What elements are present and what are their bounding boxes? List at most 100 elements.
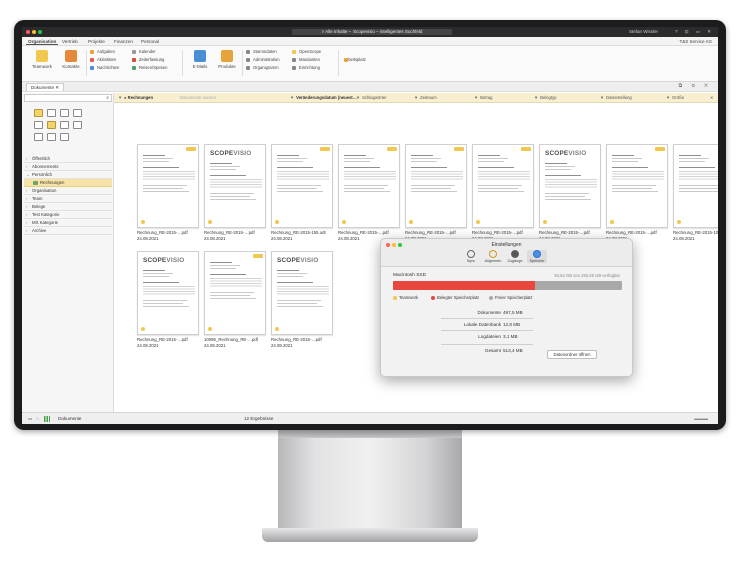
grid-icon[interactable] — [60, 109, 69, 117]
document-thumbnail[interactable]: SCOPEVISIO — [271, 251, 333, 335]
company-selector[interactable]: T&S Service AG — [679, 38, 712, 45]
document-thumbnail[interactable]: SCOPEVISIO — [204, 144, 266, 228]
ribbon-separator — [86, 50, 87, 76]
filter-icon: ▼ — [290, 95, 295, 100]
sidebar: ⌕ ÖffentlichAbonnementsPersönlichRechnun… — [22, 93, 114, 412]
sidebar-item-abonnements[interactable]: Abonnements — [24, 163, 112, 171]
document-thumbnail[interactable] — [204, 251, 266, 335]
zoom-slider[interactable]: ▬▬▬ — [694, 416, 708, 421]
teamwork-button[interactable]: Teamwork — [28, 50, 56, 69]
ribbon-separator — [182, 50, 183, 76]
tab-projekte[interactable]: Projekte — [86, 38, 107, 45]
disk-name: Macintosh SSD — [393, 273, 427, 278]
filter-query[interactable]: ▼ ⌕ Rechnungen — [118, 94, 153, 102]
table-icon[interactable] — [73, 121, 82, 129]
produkte-button[interactable]: Produkte — [214, 50, 240, 69]
close-window-icon[interactable] — [26, 30, 30, 34]
calendar-icon[interactable] — [60, 121, 69, 129]
sidebar-item--ffentlich[interactable]: Öffentlich — [24, 155, 112, 163]
folder-icon[interactable] — [34, 109, 43, 117]
zeiterfassung-button[interactable]: Zeiterfassung — [132, 57, 164, 63]
sidebar-item-belege[interactable]: Belege — [24, 203, 112, 211]
reisen-spesen-button[interactable]: Reisen/Spesen — [132, 65, 167, 71]
aktivitaeten-button[interactable]: Aktivitäten — [90, 57, 116, 63]
mail-icon[interactable] — [34, 121, 43, 129]
document-thumbnail[interactable] — [137, 144, 199, 228]
minimize-window-icon[interactable] — [32, 30, 36, 34]
user-name[interactable]: Stefan Wissler — [629, 29, 658, 34]
filter-sort[interactable]: ▼ Veränderungsdatum (neuest… — [290, 94, 357, 102]
document-search-input[interactable]: Dokumente suchen — [180, 94, 216, 102]
document-caption[interactable]: 10095_Rechnung_RE-…pdf 24.08.2021 — [204, 337, 270, 348]
document-caption[interactable]: Rechnung_RE-2015-155.odt 24.08.2021 — [271, 230, 337, 241]
openscope-button[interactable]: OpenScope — [292, 49, 321, 55]
filter-betrag[interactable]: ▼ Betrag — [474, 94, 493, 102]
aufgaben-button[interactable]: Aufgaben — [90, 49, 115, 55]
sidebar-search-input[interactable]: ⌕ — [24, 94, 112, 102]
status-section: Dokumente — [58, 416, 82, 421]
global-search-field[interactable]: ⌕ Alle Inhalte ▿ Scopevisio – intelligen… — [292, 29, 452, 35]
star-icon[interactable] — [47, 121, 56, 129]
arbeitsplatz-button[interactable]: Arbeitsplatz — [344, 57, 366, 63]
document-thumbnail[interactable] — [271, 144, 333, 228]
window-controls[interactable]: ? ⊡ ▭ ✕ — [675, 29, 714, 35]
archive-icon[interactable] — [60, 133, 69, 141]
tab-organisation[interactable]: Organisation — [26, 38, 59, 45]
document-thumbnail[interactable]: SCOPEVISIO — [539, 144, 601, 228]
mandanten-button[interactable]: Mandanten — [292, 57, 320, 63]
document-caption[interactable]: Rechnung_RE-2015-…pdf24.08.2021 — [271, 337, 337, 348]
open-data-folder-button[interactable]: Datenordner öffnen — [547, 350, 597, 359]
tab-vertrieb[interactable]: Vertrieb — [60, 38, 80, 45]
einrichtung-button[interactable]: Einrichtung — [292, 65, 320, 71]
sidebar-item-team[interactable]: Team — [24, 195, 112, 203]
document-thumbnail[interactable]: SCOPEVISIO — [137, 251, 199, 335]
stammdaten-button[interactable]: Stammdaten — [246, 49, 277, 55]
document-caption[interactable]: Rechnung_RE-2015-…pdf24.08.2021 — [137, 230, 203, 241]
sidebar-item-organisation[interactable]: Organisation — [24, 187, 112, 195]
tab-sync[interactable]: Sync — [461, 250, 481, 263]
search-icon: ⌕ — [106, 95, 109, 101]
close-icon[interactable]: ✕ — [55, 85, 59, 90]
tab-finanzen[interactable]: Finanzen — [112, 38, 135, 45]
filter-schlagwoerter[interactable]: ▼ Schlagwörter — [356, 94, 387, 102]
clear-filters-icon[interactable]: ✕ — [710, 94, 714, 102]
tab-allgemein[interactable]: Allgemein — [483, 250, 503, 263]
organigramm-button[interactable]: Organigramm — [246, 65, 279, 71]
emails-button[interactable]: E-Mails — [188, 50, 212, 69]
sidebar-item-rechnungen[interactable]: Rechnungen — [24, 179, 112, 187]
zoom-window-icon[interactable] — [38, 30, 42, 34]
filter-icon: ▼ — [600, 95, 605, 100]
administration-button[interactable]: Administration — [246, 57, 280, 63]
tab-speicher[interactable]: Speicher — [527, 250, 547, 263]
monitor-icon[interactable]: ▭ — [28, 416, 32, 422]
nachrichten-button[interactable]: Nachrichten — [90, 65, 119, 71]
document-name: Rechnung_RE-2015-…pdf — [271, 337, 322, 342]
sync-icon[interactable]: ◌ — [36, 416, 39, 421]
filter-datenstellung[interactable]: ▼ Datenstellung — [600, 94, 632, 102]
document-icon[interactable] — [47, 109, 56, 117]
sidebar-item-pers-nlich[interactable]: Persönlich — [24, 171, 112, 179]
list-icon[interactable] — [73, 109, 82, 117]
tab-personal[interactable]: Personal — [139, 38, 161, 45]
filter-zeitraum[interactable]: ▼ Zeitraum — [414, 94, 437, 102]
tab-dokumente[interactable]: Dokumente ✕ — [26, 83, 65, 91]
image-icon[interactable] — [34, 133, 43, 141]
document-thumbnail[interactable] — [338, 144, 400, 228]
kontakte-button[interactable]: Kontakte — [58, 50, 84, 69]
view-options-icons[interactable]: ⧉ ⊡ ✕ — [679, 83, 712, 89]
filter-groesse[interactable]: ▼ Größe — [666, 94, 684, 102]
document-thumbnail[interactable] — [472, 144, 534, 228]
kalender-button[interactable]: Kalender — [132, 49, 156, 55]
document-thumbnail[interactable] — [606, 144, 668, 228]
sidebar-item-test-kategorie[interactable]: Test Kategorie — [24, 211, 112, 219]
document-thumbnail[interactable] — [405, 144, 467, 228]
document-thumbnail[interactable] — [673, 144, 718, 228]
document-caption[interactable]: Rechnung_RE-2015-…pdf24.08.2021 — [204, 230, 270, 241]
document-caption[interactable]: Rechnung_RE-2015-…pdf24.08.2021 — [137, 337, 203, 348]
tab-zugaenge[interactable]: Zugänge — [505, 250, 525, 263]
chart-icon[interactable] — [47, 133, 56, 141]
sidebar-item-archive[interactable]: Archive — [24, 227, 112, 235]
document-caption[interactable]: Rechnung_RE-2015-107.odt24.08.2021 — [673, 230, 718, 241]
filter-belegtyp[interactable]: ▼ Belegtyp — [534, 94, 556, 102]
sidebar-item-ms-kategorie[interactable]: MS Kategorie — [24, 219, 112, 227]
